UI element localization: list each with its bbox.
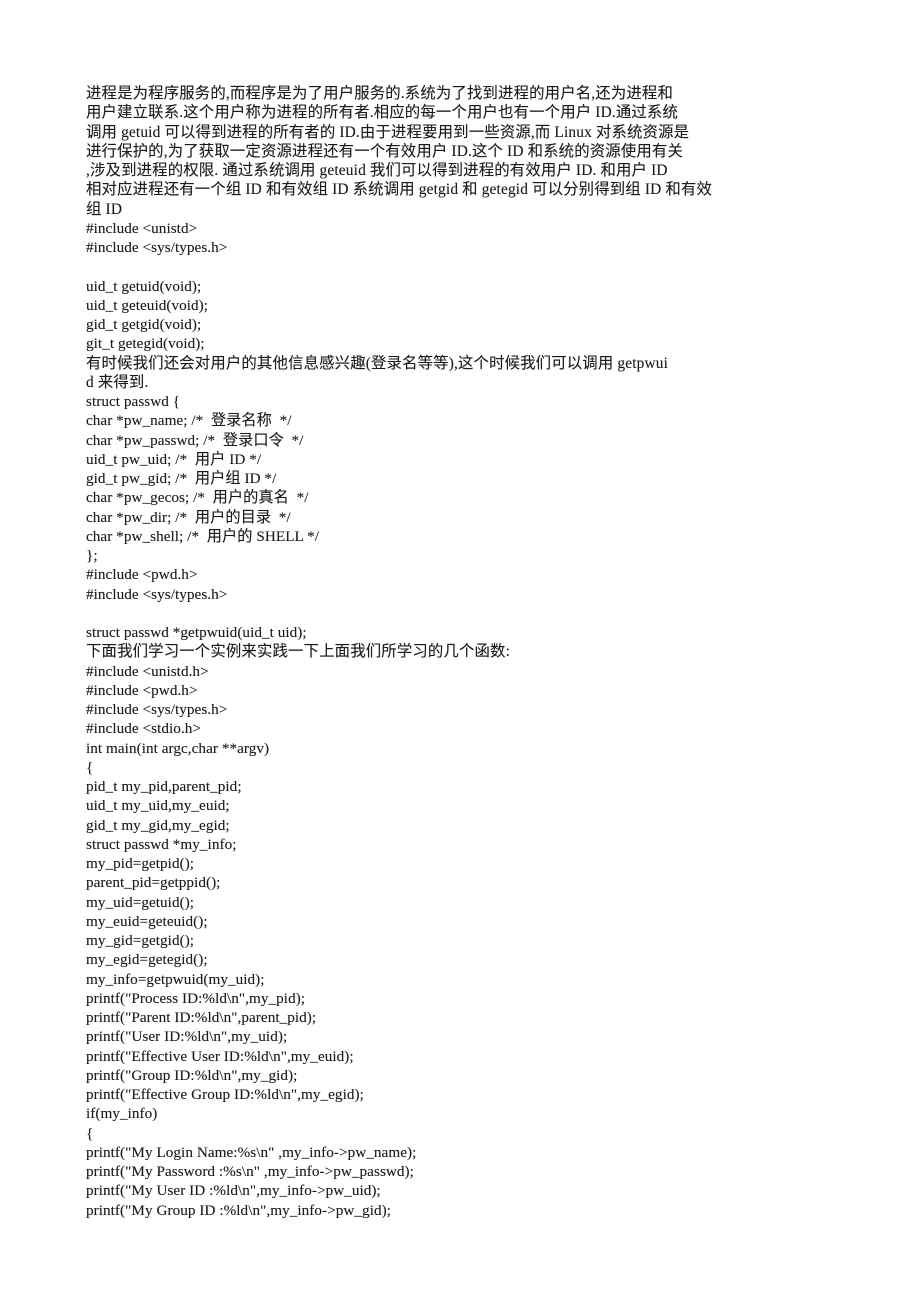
text-line: if(my_info) xyxy=(86,1105,158,1123)
text-line: char *pw_gecos; /* 用户的真名 */ xyxy=(86,489,309,507)
text-line: my_gid=getgid(); xyxy=(86,932,195,949)
document-page: 进程是为程序服务的,而程序是为了用户服务的.系统为了找到进程的用户名,还为进程和… xyxy=(0,0,920,1302)
text-line-blank xyxy=(86,257,736,276)
text-line: int main(int argc,char **argv) xyxy=(86,739,270,757)
text-line: uid_t pw_uid; /* 用户 ID */ xyxy=(86,450,262,468)
text-line: pid_t my_pid,parent_pid; xyxy=(86,778,242,795)
text-line: struct passwd *getpwuid(uid_t uid); xyxy=(86,624,307,641)
text-line-blank xyxy=(86,604,736,623)
text-line: #include <sys/types.h> xyxy=(86,701,228,718)
text-line: char *pw_dir; /* 用户的目录 */ xyxy=(86,508,291,526)
text-line: printf("My Group ID :%ld\n",my_info->pw_… xyxy=(86,1201,391,1219)
text-line: git_t getegid(void); xyxy=(86,335,205,353)
text-line: 有时候我们还会对用户的其他信息感兴趣(登录名等等),这个时候我们可以调用 get… xyxy=(86,354,669,372)
text-line: gid_t pw_gid; /* 用户组 ID */ xyxy=(86,470,277,487)
text-line: uid_t my_uid,my_euid; xyxy=(86,797,230,815)
text-line: char *pw_name; /* 登录名称 */ xyxy=(86,412,292,430)
text-line: char *pw_shell; /* 用户的 SHELL */ xyxy=(86,527,320,545)
text-line: ,涉及到进程的权限. 通过系统调用 geteuid 我们可以得到进程的有效用户 … xyxy=(86,162,668,179)
text-line: 下面我们学习一个实例来实践一下上面我们所学习的几个函数: xyxy=(86,643,511,661)
text-line: 进程是为程序服务的,而程序是为了用户服务的.系统为了找到进程的用户名,还为进程和 xyxy=(86,85,673,102)
text-line: #include <sys/types.h> xyxy=(86,239,228,256)
text-line: printf("Effective Group ID:%ld\n",my_egi… xyxy=(86,1086,364,1103)
text-line: 调用 getuid 可以得到进程的所有者的 ID.由于进程要用到一些资源,而 L… xyxy=(86,123,690,141)
text-line: { xyxy=(86,758,94,776)
text-line: my_info=getpwuid(my_uid); xyxy=(86,970,265,988)
text-line: 组 ID xyxy=(86,200,123,218)
text-line: #include <unistd.h> xyxy=(86,662,209,680)
text-line: printf("Process ID:%ld\n",my_pid); xyxy=(86,989,306,1007)
text-line: struct passwd { xyxy=(86,393,181,410)
text-line: uid_t getuid(void); xyxy=(86,277,202,295)
text-line: #include <sys/types.h> xyxy=(86,585,228,603)
text-line: char *pw_passwd; /* 登录口令 */ xyxy=(86,431,304,449)
text-line: 相对应进程还有一个组 ID 和有效组 ID 系统调用 getgid 和 gete… xyxy=(86,181,712,199)
text-line: parent_pid=getppid(); xyxy=(86,874,221,892)
text-line: gid_t my_gid,my_egid; xyxy=(86,816,230,834)
document-text-body: 进程是为程序服务的,而程序是为了用户服务的.系统为了找到进程的用户名,还为进程和… xyxy=(86,84,736,1220)
text-line: printf("Parent ID:%ld\n",parent_pid); xyxy=(86,1009,317,1026)
text-line: printf("My Password :%s\n" ,my_info->pw_… xyxy=(86,1163,414,1180)
text-line: uid_t geteuid(void); xyxy=(86,296,209,314)
text-line: my_euid=geteuid(); xyxy=(86,912,208,930)
text-line: struct passwd *my_info; xyxy=(86,835,237,853)
text-line: gid_t getgid(void); xyxy=(86,316,202,333)
text-line: 进行保护的,为了获取一定资源进程还有一个有效用户 ID.这个 ID 和系统的资源… xyxy=(86,142,683,160)
text-line: printf("Group ID:%ld\n",my_gid); xyxy=(86,1066,298,1084)
text-line: }; xyxy=(86,547,98,564)
text-line: #include <pwd.h> xyxy=(86,566,198,584)
text-line: 用户建立联系.这个用户称为进程的所有者.相应的每一个用户也有一个用户 ID.通过… xyxy=(86,104,678,122)
text-line: printf("Effective User ID:%ld\n",my_euid… xyxy=(86,1047,354,1065)
text-line: d 来得到. xyxy=(86,373,149,391)
text-line: #include <unistd> xyxy=(86,219,198,237)
text-line: printf("My User ID :%ld\n",my_info->pw_u… xyxy=(86,1182,381,1200)
text-line: my_uid=getuid(); xyxy=(86,893,195,911)
text-line: { xyxy=(86,1124,94,1142)
text-line: my_egid=getegid(); xyxy=(86,951,208,969)
text-line: #include <pwd.h> xyxy=(86,681,198,699)
text-line: printf("My Login Name:%s\n" ,my_info->pw… xyxy=(86,1143,417,1161)
text-line: #include <stdio.h> xyxy=(86,720,202,738)
text-line: printf("User ID:%ld\n",my_uid); xyxy=(86,1028,288,1046)
text-line: my_pid=getpid(); xyxy=(86,855,195,872)
